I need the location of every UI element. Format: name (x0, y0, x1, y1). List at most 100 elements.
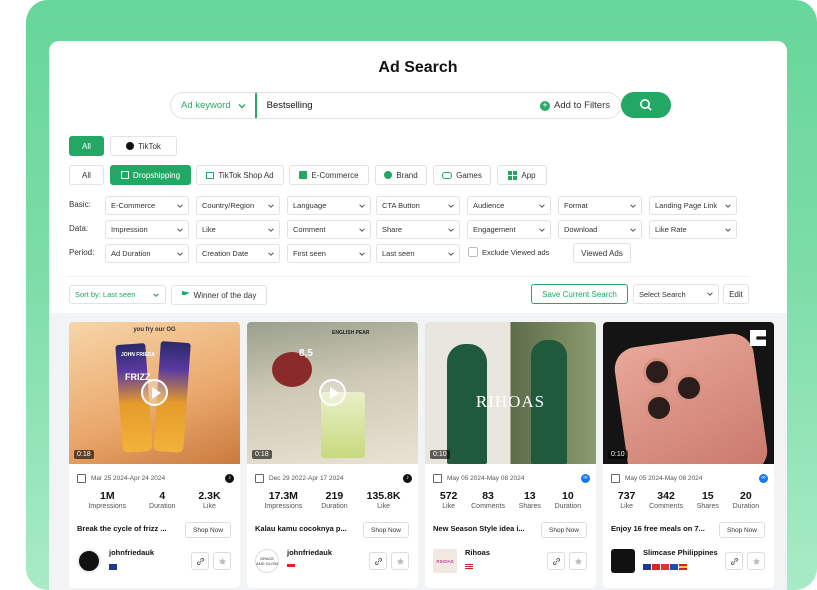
link-icon[interactable] (725, 552, 743, 570)
select-search-dropdown[interactable]: Select Search (633, 284, 719, 304)
stat-label: Like (620, 503, 634, 510)
basic-label: Basic: (69, 200, 91, 209)
search-button[interactable] (621, 92, 671, 118)
stat-label: Duration (149, 503, 176, 510)
category-games[interactable]: Games (433, 165, 491, 185)
link-icon[interactable] (547, 552, 565, 570)
filter-dropdown-data[interactable]: Share (376, 220, 460, 239)
advertiser[interactable]: johnfriedauk (77, 548, 234, 574)
filter-dropdown-data[interactable]: Engagement (467, 220, 551, 239)
advertiser[interactable]: RIHOAS Rihoas (433, 548, 590, 574)
stat-label: Impressions (88, 503, 127, 510)
search-input[interactable]: Bestselling (257, 100, 540, 111)
filter-dropdown-basic[interactable]: Country/Region (196, 196, 280, 215)
filter-dropdown-label: Comment (293, 225, 326, 234)
add-to-filters-button[interactable]: + Add to Filters (540, 100, 620, 111)
category-label: Dropshipping (132, 170, 181, 180)
filter-dropdown-basic[interactable]: Language (287, 196, 371, 215)
filter-dropdown-data[interactable]: Download (558, 220, 642, 239)
link-icon[interactable] (369, 552, 387, 570)
filter-dropdown-data[interactable]: Like Rate (649, 220, 737, 239)
stat: 20 Duration (733, 490, 759, 510)
platform-tab-tiktok[interactable]: TikTok (110, 136, 177, 156)
save-current-search-button[interactable]: Save Current Search (531, 284, 628, 304)
edit-label: Edit (729, 289, 743, 299)
ad-thumbnail[interactable]: 0:10 (603, 322, 774, 464)
star-icon[interactable] (213, 552, 231, 570)
ad-thumbnail[interactable]: 8,5 ENGLISH PEAR 0:18 (247, 322, 418, 464)
avatar: GRACE AND GLOW (255, 549, 279, 573)
filter-dropdown-data[interactable]: Like (196, 220, 280, 239)
shop-now-button[interactable]: Shop Now (541, 522, 587, 538)
shop-now-button[interactable]: Shop Now (719, 522, 765, 538)
play-icon[interactable] (319, 379, 346, 406)
winner-of-the-day-button[interactable]: Winner of the day (171, 285, 267, 305)
category-brand[interactable]: Brand (375, 165, 427, 185)
date-range: Dec 29 2022-Apr 17 2024 ♪ (255, 472, 412, 484)
category-tiktok-shop-ad[interactable]: TikTok Shop Ad (196, 165, 284, 185)
ad-card[interactable]: RIHOAS 0:10 May 05 2024-May 08 2024 ∞ 57… (425, 322, 596, 588)
filter-dropdown-period[interactable]: First seen (287, 244, 371, 263)
star-icon[interactable] (569, 552, 587, 570)
ad-card[interactable]: 8,5 ENGLISH PEAR 0:18 Dec 29 2022-Apr 17… (247, 322, 418, 588)
date-text: Mar 25 2024-Apr 24 2024 (91, 474, 166, 482)
chevron-down-icon (725, 227, 731, 232)
category-e-commerce[interactable]: E-Commerce (289, 165, 369, 185)
date-text: May 05 2024-May 08 2024 (447, 474, 525, 482)
stat-value: 13 (523, 490, 536, 502)
viewed-ads-button[interactable]: Viewed Ads (573, 243, 631, 263)
ad-thumbnail[interactable]: you fry our OG JOHN FRIEDA FRIZZ 0:18 (69, 322, 240, 464)
filter-dropdown-label: Ad Duration (111, 249, 151, 258)
filter-dropdown-basic[interactable]: Format (558, 196, 642, 215)
filter-dropdown-period[interactable]: Last seen (376, 244, 460, 263)
stat: 15 Shares (697, 490, 719, 510)
sort-label: Sort by: Last seen (75, 290, 136, 299)
stat-value: 135.8K (366, 490, 401, 502)
edit-button[interactable]: Edit (723, 284, 749, 304)
search-icon (640, 99, 652, 111)
page-title: Ad Search (378, 59, 458, 76)
shop-now-button[interactable]: Shop Now (363, 522, 409, 538)
advertiser-name: johnfriedauk (287, 547, 333, 557)
category-label: All (82, 170, 91, 180)
shop-now-button[interactable]: Shop Now (185, 522, 231, 538)
sort-select[interactable]: Sort by: Last seen (69, 285, 166, 304)
exclude-viewed-checkbox[interactable]: Exclude Viewed ads (468, 247, 549, 257)
add-to-filters-label: Add to Filters (554, 100, 610, 111)
chevron-down-icon (448, 251, 454, 256)
category-label: E-Commerce (311, 170, 359, 180)
category-dropshipping[interactable]: Dropshipping (110, 165, 191, 185)
ad-card[interactable]: 0:10 May 05 2024-May 08 2024 ∞ 737 Like 3… (603, 322, 774, 588)
filter-dropdown-data[interactable]: Comment (287, 220, 371, 239)
ad-card[interactable]: you fry our OG JOHN FRIEDA FRIZZ 0:18 Ma… (69, 322, 240, 588)
period-label: Period: (69, 248, 95, 257)
filter-dropdown-label: Download (564, 225, 598, 234)
stat-value: 737 (617, 490, 636, 502)
chevron-down-icon (359, 251, 365, 256)
play-icon[interactable] (141, 379, 168, 406)
ad-thumbnail[interactable]: RIHOAS 0:10 (425, 322, 596, 464)
calendar-icon (77, 473, 86, 483)
filter-dropdown-basic[interactable]: E-Commerce (105, 196, 189, 215)
chevron-down-icon (268, 227, 274, 232)
platform-tab-all[interactable]: All (69, 136, 104, 156)
keyword-type-select[interactable]: Ad keyword (171, 93, 257, 118)
filter-dropdown-period[interactable]: Ad Duration (105, 244, 189, 263)
category-all[interactable]: All (69, 165, 104, 185)
filter-dropdown-basic[interactable]: CTA Button (376, 196, 460, 215)
advertiser[interactable]: Slimcase Philippines (611, 548, 768, 574)
stat-label: Like (442, 503, 456, 510)
stat-value: 20 (740, 490, 752, 502)
category-app[interactable]: App (497, 165, 547, 185)
flag-us-icon (465, 563, 473, 570)
link-icon[interactable] (191, 552, 209, 570)
filter-dropdown-basic[interactable]: Landing Page Link (649, 196, 737, 215)
chevron-down-icon (539, 227, 545, 232)
filter-dropdown-basic[interactable]: Audience (467, 196, 551, 215)
filter-dropdown-data[interactable]: Impression (105, 220, 189, 239)
star-icon[interactable] (391, 552, 409, 570)
star-icon[interactable] (747, 552, 765, 570)
filter-dropdown-label: Engagement (473, 225, 516, 234)
filter-dropdown-period[interactable]: Creation Date (196, 244, 280, 263)
advertiser[interactable]: GRACE AND GLOW johnfriedauk (255, 548, 412, 574)
